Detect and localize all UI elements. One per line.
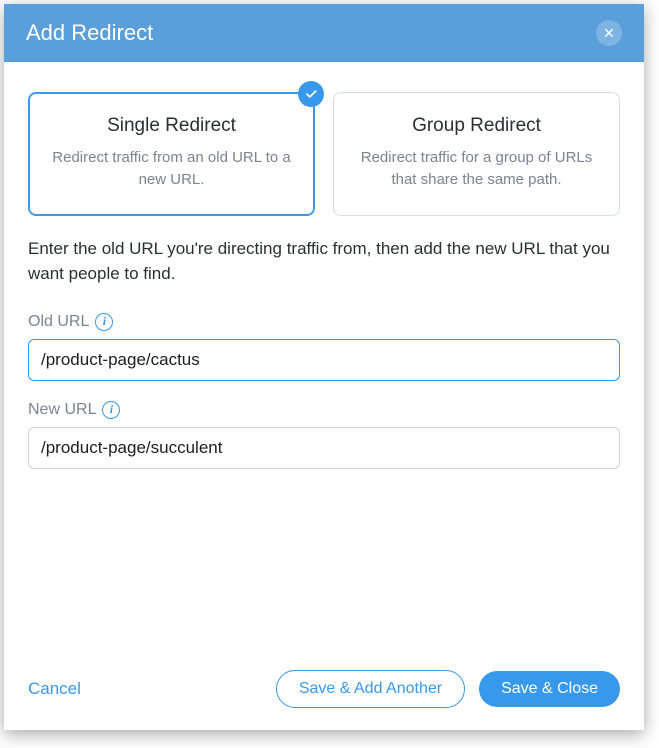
save-add-another-button[interactable]: Save & Add Another: [276, 670, 465, 708]
modal-title: Add Redirect: [26, 20, 153, 46]
new-url-label: New URL: [28, 401, 96, 419]
save-close-button[interactable]: Save & Close: [479, 671, 620, 707]
check-icon: [304, 87, 318, 101]
option-title: Group Redirect: [354, 115, 599, 137]
old-url-input[interactable]: [28, 339, 620, 381]
old-url-field-block: Old URL i: [28, 313, 620, 381]
option-description: Redirect traffic for a group of URLs tha…: [354, 147, 599, 191]
old-url-label: Old URL: [28, 313, 89, 331]
field-label-row: Old URL i: [28, 313, 620, 331]
field-label-row: New URL i: [28, 401, 620, 419]
modal-header: Add Redirect ✕: [4, 4, 644, 62]
selected-check-badge: [298, 81, 324, 107]
modal-body: Single Redirect Redirect traffic from an…: [4, 62, 644, 656]
add-redirect-modal: Add Redirect ✕ Single Redirect Redirect …: [4, 4, 644, 730]
info-icon[interactable]: i: [102, 401, 120, 419]
instruction-text: Enter the old URL you're directing traff…: [28, 236, 620, 287]
new-url-input[interactable]: [28, 427, 620, 469]
option-group-redirect[interactable]: Group Redirect Redirect traffic for a gr…: [333, 92, 620, 216]
close-button[interactable]: ✕: [596, 20, 622, 46]
option-title: Single Redirect: [49, 115, 294, 137]
cancel-button[interactable]: Cancel: [28, 679, 81, 699]
option-single-redirect[interactable]: Single Redirect Redirect traffic from an…: [28, 92, 315, 216]
new-url-field-block: New URL i: [28, 401, 620, 469]
info-icon[interactable]: i: [95, 313, 113, 331]
option-description: Redirect traffic from an old URL to a ne…: [49, 147, 294, 191]
close-icon: ✕: [603, 26, 615, 40]
modal-footer: Cancel Save & Add Another Save & Close: [4, 656, 644, 730]
redirect-type-options: Single Redirect Redirect traffic from an…: [28, 92, 620, 216]
